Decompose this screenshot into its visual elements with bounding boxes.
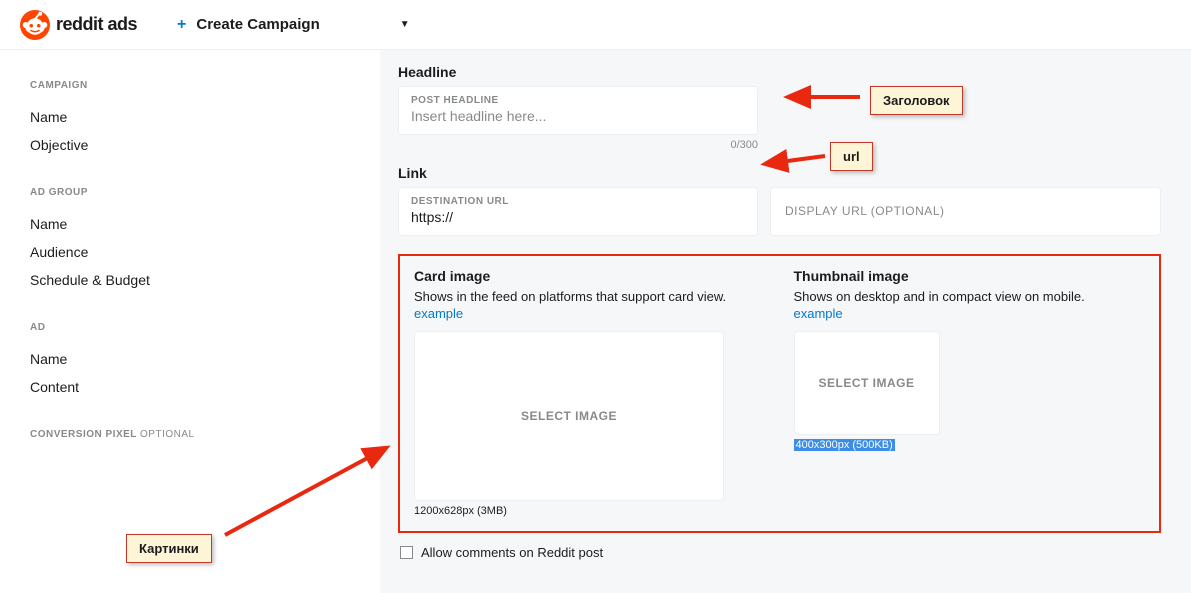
sidebar-item-objective[interactable]: Objective — [30, 131, 360, 159]
sidebar-item-name[interactable]: Name — [30, 345, 360, 373]
dest-mini-label: DESTINATION URL — [411, 196, 745, 207]
sidebar-item-schedule-budget[interactable]: Schedule & Budget — [30, 266, 360, 294]
annotation-url: url — [830, 142, 873, 171]
display-url-box[interactable]: DISPLAY URL (OPTIONAL) — [770, 187, 1161, 236]
form-content: Headline POST HEADLINE 0/300 Link DESTIN… — [380, 50, 1191, 593]
top-header: reddit ads + Create Campaign ▼ — [0, 0, 1191, 50]
annotation-images: Картинки — [126, 534, 212, 563]
main-layout: CAMPAIGN Name Objective AD GROUP Name Au… — [0, 50, 1191, 593]
headline-label: Headline — [398, 64, 1161, 80]
card-select-image-button[interactable]: SELECT IMAGE — [414, 331, 724, 501]
sidebar-heading: AD GROUP — [30, 187, 360, 198]
sidebar-item-audience[interactable]: Audience — [30, 238, 360, 266]
allow-comments-checkbox[interactable] — [400, 546, 413, 559]
create-campaign-label: Create Campaign — [196, 16, 319, 33]
sidebar-heading: CONVERSION PIXEL OPTIONAL — [30, 429, 360, 440]
thumb-image-heading: Thumbnail image — [794, 268, 1146, 284]
annotation-arrow-icon — [215, 445, 385, 545]
chevron-down-icon[interactable]: ▼ — [400, 19, 410, 30]
sidebar-item-name[interactable]: Name — [30, 103, 360, 131]
images-section: Card image Shows in the feed on platform… — [398, 254, 1161, 533]
allow-comments-label: Allow comments on Reddit post — [421, 545, 603, 560]
destination-url-box[interactable]: DESTINATION URL — [398, 187, 758, 236]
sidebar-heading-text: CONVERSION PIXEL — [30, 429, 137, 440]
card-image-heading: Card image — [414, 268, 766, 284]
create-campaign-button[interactable]: + Create Campaign ▼ — [177, 16, 410, 34]
sidebar-section-conversion: CONVERSION PIXEL OPTIONAL — [30, 429, 360, 440]
card-example-link[interactable]: example — [414, 306, 766, 321]
annotation-title: Заголовок — [870, 86, 963, 115]
sidebar-section-campaign: CAMPAIGN Name Objective — [30, 80, 360, 159]
headline-counter: 0/300 — [398, 139, 758, 151]
sidebar-section-adgroup: AD GROUP Name Audience Schedule & Budget — [30, 187, 360, 294]
sidebar-heading: CAMPAIGN — [30, 80, 360, 91]
sidebar-item-name[interactable]: Name — [30, 210, 360, 238]
destination-url-input[interactable] — [411, 209, 745, 225]
card-size-text: 1200x628px (3MB) — [414, 505, 766, 517]
allow-comments-row: Allow comments on Reddit post — [400, 545, 1161, 560]
headline-input[interactable] — [411, 108, 745, 124]
thumb-image-desc: Shows on desktop and in compact view on … — [794, 288, 1146, 306]
brand-text: reddit ads — [56, 14, 137, 35]
thumb-size-text: 400x300px (500KB) — [794, 439, 1146, 451]
reddit-logo-icon — [20, 10, 50, 40]
sidebar-section-ad: AD Name Content — [30, 322, 360, 401]
logo: reddit ads — [20, 10, 137, 40]
thumb-example-link[interactable]: example — [794, 306, 1146, 321]
thumb-select-image-button[interactable]: SELECT IMAGE — [794, 331, 940, 435]
card-image-column: Card image Shows in the feed on platform… — [414, 268, 766, 517]
sidebar-item-content[interactable]: Content — [30, 373, 360, 401]
card-image-desc: Shows in the feed on platforms that supp… — [414, 288, 766, 306]
headline-input-box[interactable]: POST HEADLINE — [398, 86, 758, 135]
link-row: DESTINATION URL DISPLAY URL (OPTIONAL) — [398, 187, 1161, 236]
plus-icon: + — [177, 16, 186, 34]
headline-mini-label: POST HEADLINE — [411, 95, 745, 106]
sidebar-heading: AD — [30, 322, 360, 333]
display-url-placeholder: DISPLAY URL (OPTIONAL) — [785, 204, 944, 218]
annotation-arrow-icon — [795, 85, 865, 109]
thumbnail-image-column: Thumbnail image Shows on desktop and in … — [794, 268, 1146, 517]
sidebar-heading-suffix: OPTIONAL — [140, 429, 195, 440]
annotation-arrow-icon — [770, 140, 830, 168]
